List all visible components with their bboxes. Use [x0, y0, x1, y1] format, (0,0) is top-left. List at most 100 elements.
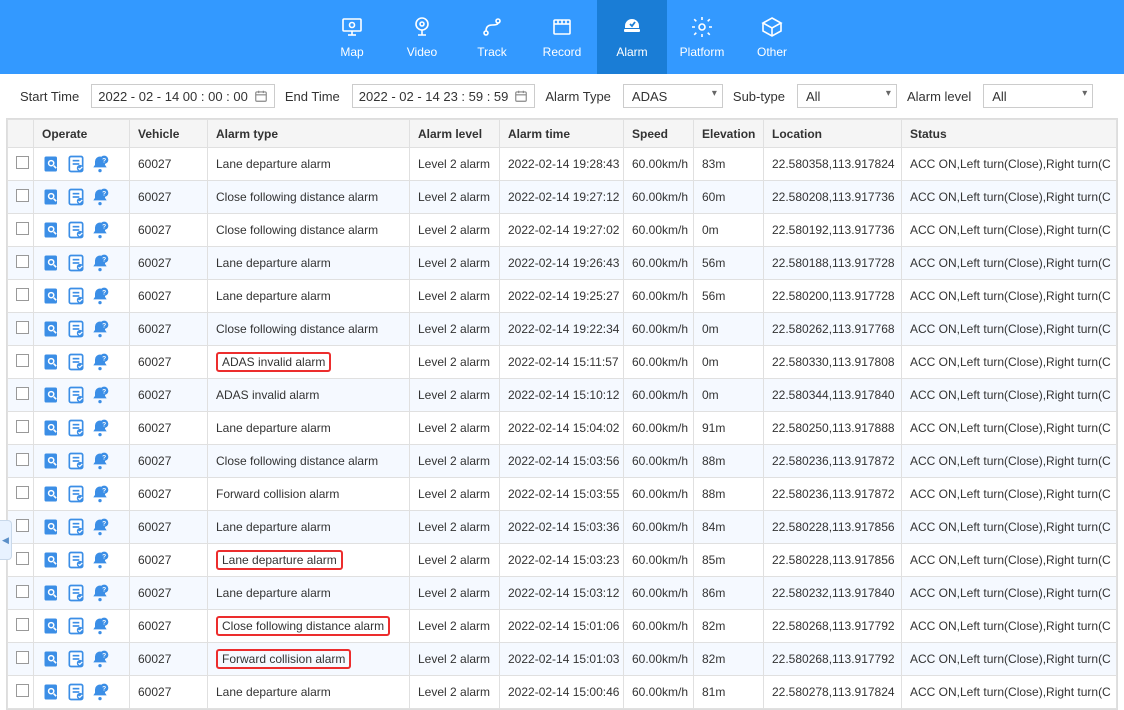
- report-icon[interactable]: [66, 385, 86, 405]
- bell-question-icon[interactable]: ?: [90, 385, 110, 405]
- report-icon[interactable]: [66, 451, 86, 471]
- cell-alarm-level: Level 2 alarm: [410, 379, 500, 412]
- operate-icons: ?: [42, 649, 121, 669]
- row-checkbox[interactable]: [16, 618, 29, 631]
- search-detail-icon[interactable]: [42, 385, 62, 405]
- search-detail-icon[interactable]: [42, 286, 62, 306]
- bell-question-icon[interactable]: ?: [90, 253, 110, 273]
- nav-map[interactable]: Map: [317, 0, 387, 74]
- sub-type-select[interactable]: All: [797, 84, 897, 108]
- nav-video[interactable]: Video: [387, 0, 457, 74]
- report-icon[interactable]: [66, 319, 86, 339]
- nav-track[interactable]: Track: [457, 0, 527, 74]
- cell-alarm-time: 2022-02-14 15:01:06: [500, 610, 624, 643]
- report-icon[interactable]: [66, 154, 86, 174]
- bell-question-icon[interactable]: ?: [90, 550, 110, 570]
- row-checkbox[interactable]: [16, 684, 29, 697]
- bell-question-icon[interactable]: ?: [90, 187, 110, 207]
- alarm-type-select[interactable]: ADAS: [623, 84, 723, 108]
- row-checkbox[interactable]: [16, 189, 29, 202]
- report-icon[interactable]: [66, 583, 86, 603]
- report-icon[interactable]: [66, 682, 86, 702]
- bell-question-icon[interactable]: ?: [90, 649, 110, 669]
- row-checkbox[interactable]: [16, 222, 29, 235]
- bell-question-icon[interactable]: ?: [90, 319, 110, 339]
- table-row: ? 60027 Forward collision alarm Level 2 …: [8, 643, 1117, 676]
- nav-alarm[interactable]: Alarm: [597, 0, 667, 74]
- row-checkbox[interactable]: [16, 519, 29, 532]
- cell-speed: 60.00km/h: [624, 214, 694, 247]
- search-detail-icon[interactable]: [42, 550, 62, 570]
- report-icon[interactable]: [66, 220, 86, 240]
- nav-platform[interactable]: Platform: [667, 0, 737, 74]
- table-row: ? 60027 Lane departure alarm Level 2 ala…: [8, 511, 1117, 544]
- row-checkbox[interactable]: [16, 387, 29, 400]
- cell-status: ACC ON,Left turn(Close),Right turn(C: [902, 313, 1117, 346]
- search-detail-icon[interactable]: [42, 319, 62, 339]
- cell-alarm-level: Level 2 alarm: [410, 148, 500, 181]
- row-checkbox[interactable]: [16, 354, 29, 367]
- row-checkbox[interactable]: [16, 453, 29, 466]
- alarm-type-highlighted: Forward collision alarm: [216, 649, 351, 669]
- report-icon[interactable]: [66, 484, 86, 504]
- cell-vehicle: 60027: [130, 445, 208, 478]
- report-icon[interactable]: [66, 286, 86, 306]
- report-icon[interactable]: [66, 550, 86, 570]
- bell-question-icon[interactable]: ?: [90, 484, 110, 504]
- search-detail-icon[interactable]: [42, 154, 62, 174]
- report-icon[interactable]: [66, 352, 86, 372]
- report-icon[interactable]: [66, 187, 86, 207]
- search-detail-icon[interactable]: [42, 484, 62, 504]
- search-detail-icon[interactable]: [42, 649, 62, 669]
- nav-record[interactable]: Record: [527, 0, 597, 74]
- search-detail-icon[interactable]: [42, 187, 62, 207]
- row-checkbox[interactable]: [16, 156, 29, 169]
- bell-question-icon[interactable]: ?: [90, 154, 110, 174]
- row-checkbox[interactable]: [16, 420, 29, 433]
- cell-status: ACC ON,Left turn(Close),Right turn(C: [902, 544, 1117, 577]
- search-detail-icon[interactable]: [42, 253, 62, 273]
- row-checkbox[interactable]: [16, 321, 29, 334]
- side-expand-tab[interactable]: ◀: [0, 520, 12, 560]
- row-checkbox[interactable]: [16, 552, 29, 565]
- row-checkbox[interactable]: [16, 585, 29, 598]
- row-checkbox[interactable]: [16, 288, 29, 301]
- bell-question-icon[interactable]: ?: [90, 583, 110, 603]
- bell-question-icon[interactable]: ?: [90, 616, 110, 636]
- bell-question-icon[interactable]: ?: [90, 418, 110, 438]
- search-detail-icon[interactable]: [42, 220, 62, 240]
- cell-speed: 60.00km/h: [624, 148, 694, 181]
- webcam-icon: [410, 15, 434, 39]
- bell-question-icon[interactable]: ?: [90, 517, 110, 537]
- bell-question-icon[interactable]: ?: [90, 220, 110, 240]
- report-icon[interactable]: [66, 517, 86, 537]
- alarm-table-wrap: Operate Vehicle Alarm type Alarm level A…: [6, 118, 1118, 710]
- nav-label: Map: [340, 45, 363, 59]
- bell-question-icon[interactable]: ?: [90, 286, 110, 306]
- bell-question-icon[interactable]: ?: [90, 682, 110, 702]
- alarm-level-select[interactable]: All: [983, 84, 1093, 108]
- bell-question-icon[interactable]: ?: [90, 451, 110, 471]
- search-detail-icon[interactable]: [42, 517, 62, 537]
- report-icon[interactable]: [66, 418, 86, 438]
- nav-other[interactable]: Other: [737, 0, 807, 74]
- end-time-input[interactable]: 2022 - 02 - 14 23 : 59 : 59: [352, 84, 536, 108]
- row-checkbox[interactable]: [16, 486, 29, 499]
- row-checkbox[interactable]: [16, 255, 29, 268]
- bell-question-icon[interactable]: ?: [90, 352, 110, 372]
- search-detail-icon[interactable]: [42, 451, 62, 471]
- search-detail-icon[interactable]: [42, 616, 62, 636]
- search-detail-icon[interactable]: [42, 682, 62, 702]
- report-icon[interactable]: [66, 616, 86, 636]
- cell-elevation: 82m: [694, 643, 764, 676]
- report-icon[interactable]: [66, 649, 86, 669]
- search-detail-icon[interactable]: [42, 352, 62, 372]
- header-checkbox[interactable]: [8, 120, 34, 148]
- cell-alarm-type: Close following distance alarm: [208, 445, 410, 478]
- report-icon[interactable]: [66, 253, 86, 273]
- cell-elevation: 88m: [694, 445, 764, 478]
- search-detail-icon[interactable]: [42, 418, 62, 438]
- row-checkbox[interactable]: [16, 651, 29, 664]
- start-time-input[interactable]: 2022 - 02 - 14 00 : 00 : 00: [91, 84, 275, 108]
- search-detail-icon[interactable]: [42, 583, 62, 603]
